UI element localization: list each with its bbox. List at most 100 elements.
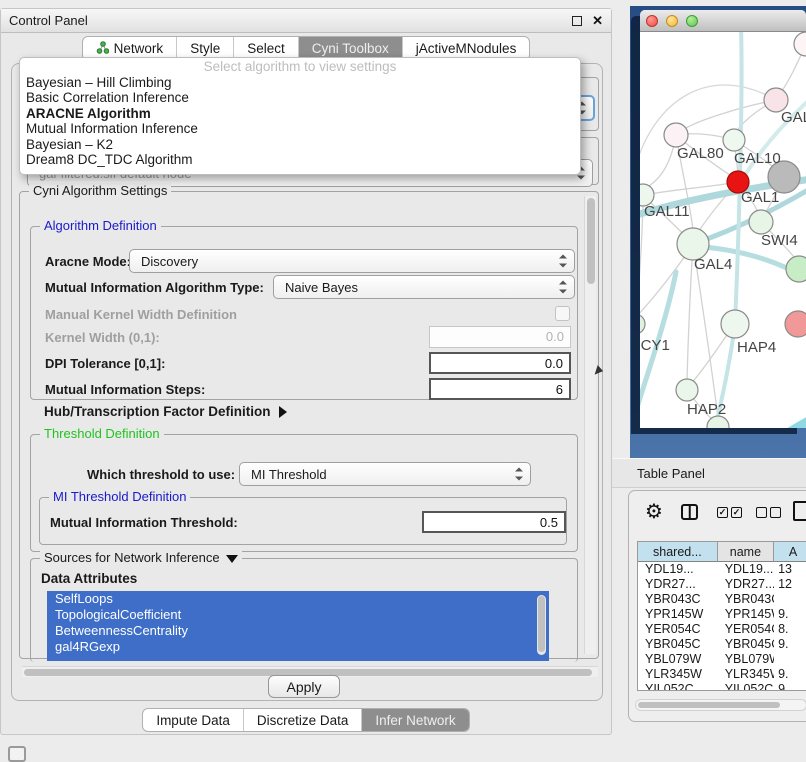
node-label: GCY1 xyxy=(640,337,670,354)
column-header-shared-[interactable]: shared... xyxy=(638,542,718,562)
network-node[interactable] xyxy=(794,32,806,56)
table-row[interactable]: YBL079WYBL079W xyxy=(638,652,806,667)
aracne-mode-combo[interactable]: Discovery xyxy=(129,249,575,273)
table-cell: YDR27... xyxy=(718,577,774,592)
settings-scroll-thumb[interactable] xyxy=(587,198,595,284)
node-label: HAP2 xyxy=(687,401,726,418)
minimized-panel-icon[interactable] xyxy=(8,746,26,762)
attributes-scroll-thumb[interactable] xyxy=(538,596,545,652)
table-cell: 9. xyxy=(774,637,806,652)
table-row[interactable]: YLR345WYLR345W9. xyxy=(638,667,806,682)
tab-impute-data[interactable]: Impute Data xyxy=(143,709,244,731)
mi-steps-label: Mutual Information Steps: xyxy=(45,382,205,397)
mi-threshold-field[interactable]: 0.5 xyxy=(422,511,566,533)
table-cell: YBL079W xyxy=(718,652,774,667)
table-body: YDL19...YDL19...13YDR27...YDR27...12YBR0… xyxy=(638,562,806,691)
data-attributes-list[interactable]: SelfLoopsTopologicalCoefficientBetweenne… xyxy=(47,591,549,661)
table-row[interactable]: YDR27...YDR27...12 xyxy=(638,577,806,592)
zoom-window-icon[interactable] xyxy=(686,15,698,27)
bottom-tabbar: Impute DataDiscretize Data Infer Network xyxy=(1,708,611,732)
network-node-gcy1[interactable] xyxy=(640,314,645,334)
node-label: SWI4 xyxy=(761,232,798,249)
dpi-tolerance-field[interactable]: 0.0 xyxy=(429,352,571,374)
network-canvas[interactable]: GALGAL80GAL10GAL1GAL11SWI4GAL4GCY1HAP4YH… xyxy=(640,32,806,428)
table-cell: YPR145W xyxy=(638,607,718,622)
attributes-scrollbar[interactable] xyxy=(537,595,546,655)
table-cell: YBR043C xyxy=(638,592,718,607)
cyni-algorithm-settings-group: Cyni Algorithm Settings Algorithm Defini… xyxy=(19,191,599,659)
algorithm-option[interactable]: Bayesian – Hill Climbing xyxy=(20,75,580,90)
split-columns-icon[interactable] xyxy=(681,504,698,520)
table-cell: YLR345W xyxy=(718,667,774,682)
node-label: HAP4 xyxy=(737,339,776,356)
table-row[interactable]: YER054CYER054C8. xyxy=(638,622,806,637)
table-panel-title: Table Panel xyxy=(637,466,705,481)
data-attribute-item[interactable]: BetweennessCentrality xyxy=(47,623,549,639)
table-row[interactable]: YDL19...YDL19...13 xyxy=(638,562,806,577)
data-attribute-item[interactable]: SelfLoops xyxy=(47,591,549,607)
network-edge[interactable] xyxy=(760,414,806,428)
table-row[interactable]: YBR043CYBR043C xyxy=(638,592,806,607)
which-threshold-combo[interactable]: MI Threshold xyxy=(239,462,531,486)
settings-vertical-scrollbar[interactable] xyxy=(584,196,596,654)
algorithm-option[interactable]: Bayesian – K2 xyxy=(20,137,580,152)
kernel-width-field[interactable]: 0.0 xyxy=(429,326,571,348)
table-panel-titlebar: Table Panel xyxy=(612,458,806,488)
algorithm-definition-title: Algorithm Definition xyxy=(40,218,161,233)
network-node-gal10[interactable] xyxy=(723,129,745,151)
network-node-hap2[interactable] xyxy=(676,379,698,401)
kernel-width-label: Kernel Width (0,1): xyxy=(45,330,160,345)
network-edge[interactable] xyxy=(687,244,693,380)
column-header-name[interactable]: name xyxy=(718,542,774,562)
algorithm-definition-group: Algorithm Definition Aracne Mode: Discov… xyxy=(30,226,578,400)
float-window-icon[interactable] xyxy=(572,16,582,26)
collapse-down-icon xyxy=(226,555,238,563)
which-threshold-label: Which threshold to use: xyxy=(87,467,235,482)
data-attribute-item[interactable]: gal4RGexp xyxy=(47,639,549,655)
select-all-checked-icon[interactable]: ✓✓ xyxy=(717,507,742,518)
algorithm-option[interactable]: ARACNE Algorithm xyxy=(20,106,580,121)
table-cell: YBR043C xyxy=(718,592,774,607)
mi-type-label: Mutual Information Algorithm Type: xyxy=(45,280,264,295)
minimize-window-icon[interactable] xyxy=(666,15,678,27)
algorithm-option[interactable]: Mutual Information Inference xyxy=(20,121,580,136)
close-panel-icon[interactable]: ✕ xyxy=(592,16,603,26)
network-edge[interactable] xyxy=(686,100,776,128)
data-attribute-item[interactable]: TopologicalCoefficient xyxy=(47,607,549,623)
table-row[interactable]: YPR145WYPR145W9. xyxy=(638,607,806,622)
hub-expander[interactable]: Hub/Transcription Factor Definition xyxy=(44,404,287,419)
document-icon[interactable] xyxy=(793,501,806,521)
close-window-icon[interactable] xyxy=(646,15,658,27)
mi-type-combo[interactable]: Naive Bayes xyxy=(273,275,575,299)
expander-right-icon xyxy=(279,406,287,418)
algorithm-option[interactable]: Basic Correlation Inference xyxy=(20,90,580,105)
algorithm-option[interactable]: Dream8 DC_TDC Algorithm xyxy=(20,152,580,167)
bottom-tabset: Impute DataDiscretize Data Infer Network xyxy=(142,708,469,732)
mi-type-value: Naive Bayes xyxy=(285,280,358,295)
table-horizontal-scrollbar[interactable] xyxy=(635,699,806,711)
tab-label: Infer Network xyxy=(375,713,455,728)
table-cell xyxy=(774,592,806,607)
gear-icon[interactable]: ⚙ xyxy=(645,499,663,523)
control-panel-title: Control Panel xyxy=(9,13,88,28)
select-none-icon[interactable] xyxy=(756,507,781,518)
apply-button[interactable]: Apply xyxy=(268,675,340,698)
mi-threshold-group: MI Threshold Definition Mutual Informati… xyxy=(39,497,567,545)
node-label: GAL xyxy=(781,109,806,126)
table-cell: YER054C xyxy=(718,622,774,637)
network-edge[interactable] xyxy=(640,207,643,324)
network-node-swi4[interactable] xyxy=(749,210,773,234)
table-row[interactable]: YBR045CYBR045C9. xyxy=(638,637,806,652)
manual-kernel-checkbox[interactable] xyxy=(555,306,570,321)
mi-steps-field[interactable]: 6 xyxy=(429,378,571,400)
table-hscroll-thumb[interactable] xyxy=(638,702,780,708)
network-node-gal80[interactable] xyxy=(664,123,688,147)
column-header-a[interactable]: A xyxy=(774,542,806,562)
tab-infer-network[interactable]: Infer Network xyxy=(362,709,468,731)
table-row[interactable]: YIL052CYIL052C9 xyxy=(638,682,806,691)
table-cell: YBR045C xyxy=(638,637,718,652)
network-node[interactable] xyxy=(786,256,806,282)
network-node-hap4[interactable] xyxy=(721,310,749,338)
network-node-y[interactable] xyxy=(785,311,806,337)
tab-discretize-data[interactable]: Discretize Data xyxy=(244,709,363,731)
